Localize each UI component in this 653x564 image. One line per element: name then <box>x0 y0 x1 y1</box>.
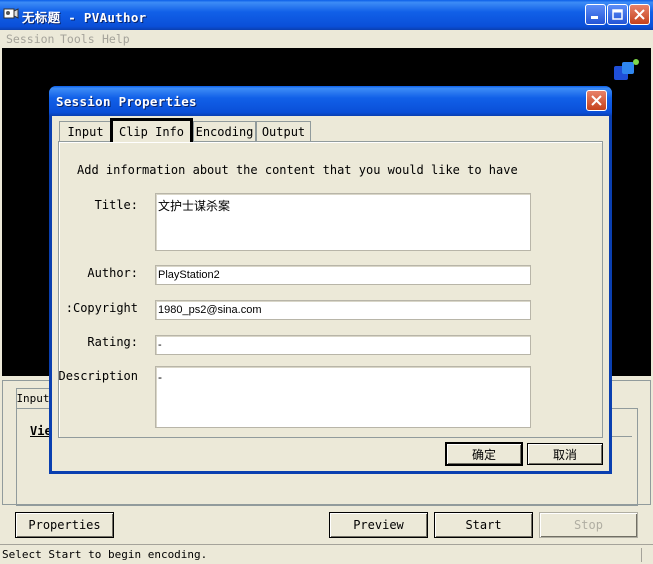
status-grip <box>641 548 651 562</box>
dialog-close-icon <box>591 95 602 106</box>
close-icon <box>634 9 645 20</box>
title-field[interactable]: 文护士谋杀案 <box>155 193 531 251</box>
dialog-close-button[interactable] <box>586 90 607 111</box>
tab-input[interactable]: Input <box>59 121 112 141</box>
window-title: 无标题 - PVAuthor <box>22 10 147 25</box>
copyright-field[interactable]: 1980_ps2@sina.com <box>155 300 531 320</box>
properties-button[interactable]: Properties <box>15 512 114 538</box>
tab-encoding[interactable]: Encoding <box>193 121 256 141</box>
logo-icon <box>612 58 640 84</box>
rating-field[interactable]: - <box>155 335 531 355</box>
ok-button[interactable]: 确定 <box>446 443 522 465</box>
tab-output[interactable]: Output <box>256 121 311 141</box>
menu-tools[interactable]: Tools <box>60 32 95 46</box>
cancel-button[interactable]: 取消 <box>527 443 603 465</box>
tab-clip-info[interactable]: Clip Info <box>110 118 193 142</box>
background-tab-input[interactable]: Input <box>16 388 50 408</box>
maximize-icon <box>612 9 623 20</box>
copyright-label: Copyright: <box>65 301 138 315</box>
app-icon[interactable] <box>3 7 19 21</box>
dialog-title: Session Properties <box>56 94 197 109</box>
menu-bar: Session Tools Help <box>0 30 653 48</box>
main-title-bar: 无标题 - PVAuthor <box>0 0 653 30</box>
dialog-body: Input Clip Info Encoding Output Add info… <box>52 116 609 471</box>
instruction-text: Add information about the content that y… <box>77 163 518 177</box>
dialog-title-bar: Session Properties <box>49 86 612 116</box>
author-label: Author: <box>87 266 138 280</box>
preview-button[interactable]: Preview <box>329 512 428 538</box>
clip-info-tab-page: Add information about the content that y… <box>58 141 603 438</box>
rating-label: Rating: <box>87 335 138 349</box>
start-button[interactable]: Start <box>434 512 533 538</box>
menu-session[interactable]: Session <box>6 32 54 46</box>
author-field[interactable]: PlayStation2 <box>155 265 531 285</box>
description-field[interactable]: - <box>155 366 531 428</box>
minimize-button[interactable] <box>585 4 606 25</box>
menu-help[interactable]: Help <box>102 32 130 46</box>
description-label: Description: <box>59 369 138 383</box>
title-label: Title: <box>94 198 138 212</box>
status-divider <box>0 544 653 545</box>
maximize-button[interactable] <box>607 4 628 25</box>
stop-button: Stop <box>539 512 638 538</box>
status-text: Select Start to begin encoding. <box>2 548 208 561</box>
session-properties-dialog: Session Properties Input Clip Info Encod… <box>49 86 612 474</box>
close-button[interactable] <box>629 4 650 25</box>
minimize-icon <box>591 16 598 19</box>
